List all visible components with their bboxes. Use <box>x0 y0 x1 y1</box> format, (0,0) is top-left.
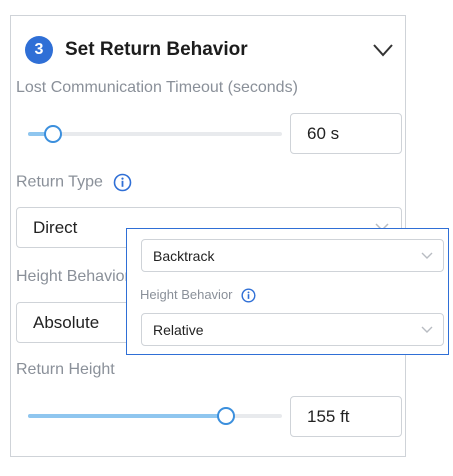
return-type-selected-value: Direct <box>33 217 78 237</box>
section-title: Set Return Behavior <box>65 39 248 60</box>
popup-height-behavior-label-text: Height Behavior <box>140 287 233 302</box>
timeout-value-field[interactable]: 60 s <box>290 113 402 154</box>
return-height-slider-thumb[interactable] <box>217 407 236 425</box>
timeout-label: Lost Communication Timeout (seconds) <box>16 79 298 96</box>
chevron-down-icon <box>421 252 433 259</box>
step-number-badge: 3 <box>25 36 53 64</box>
chevron-down-icon <box>421 326 433 333</box>
section-header[interactable]: 3 Set Return Behavior <box>25 36 395 66</box>
popup-height-behavior-label: Height Behavior <box>140 287 256 303</box>
popup-return-type-select[interactable]: Backtrack <box>141 239 444 272</box>
popup-return-type-selected-value: Backtrack <box>153 247 215 264</box>
height-behavior-selected-value: Absolute <box>33 312 100 332</box>
return-height-label: Return Height <box>16 361 115 378</box>
return-type-label: Return Type <box>16 173 132 192</box>
height-behavior-label: Height Behavior <box>16 268 130 285</box>
popup-height-behavior-selected-value: Relative <box>153 321 204 338</box>
callout-popup: Backtrack Height Behavior Relative <box>126 228 449 355</box>
return-height-slider-fill <box>28 414 227 418</box>
return-height-slider[interactable] <box>28 407 282 425</box>
return-height-value-field[interactable]: 155 ft <box>290 396 402 437</box>
popup-height-behavior-select[interactable]: Relative <box>141 313 444 346</box>
timeout-slider[interactable] <box>28 125 282 143</box>
chevron-down-icon[interactable] <box>371 40 395 60</box>
info-icon[interactable] <box>241 288 256 303</box>
timeout-slider-thumb[interactable] <box>44 125 63 143</box>
return-type-label-text: Return Type <box>16 173 103 191</box>
info-icon[interactable] <box>113 173 132 192</box>
